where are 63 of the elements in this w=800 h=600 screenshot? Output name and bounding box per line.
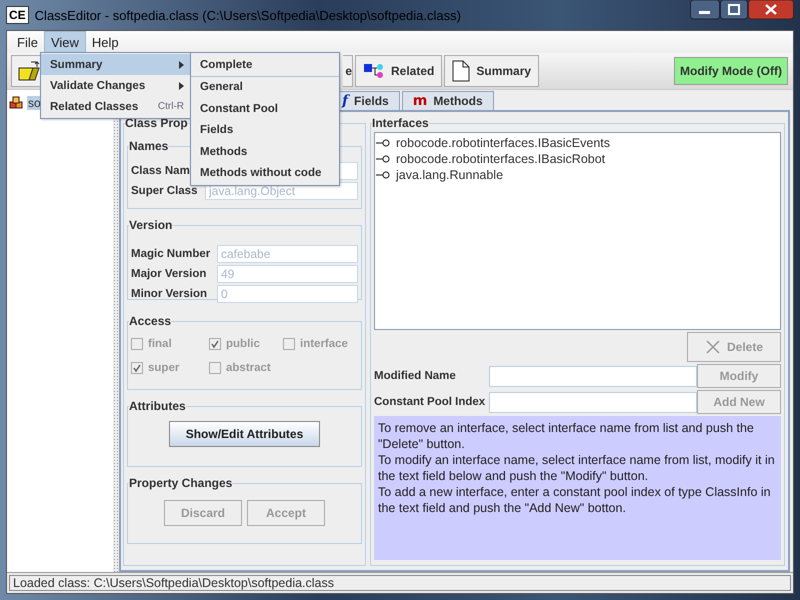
maximize-button[interactable] — [720, 0, 748, 20]
group-title: Access — [129, 314, 172, 328]
menu-item[interactable]: View — [44, 31, 86, 53]
status-text: Loaded class: C:\Users\Softpedia\Desktop\softpedia.class — [9, 575, 791, 591]
interface-icon — [376, 171, 390, 179]
list-item[interactable]: java.lang.Runnable — [396, 168, 504, 182]
input-field[interactable] — [489, 392, 697, 412]
menu-item[interactable]: Fields — [191, 120, 339, 141]
interface-icon — [376, 139, 390, 147]
help-text: To remove an interface, select interface name from list and push the "Delete" button. — [378, 420, 755, 452]
group-title: Attributes — [129, 399, 186, 413]
checkbox-label: super — [148, 362, 180, 374]
submenu-arrow-icon — [179, 82, 184, 90]
menu-item[interactable]: Complete — [191, 54, 339, 76]
field-label: Major Version — [131, 268, 208, 280]
folder-icon — [17, 60, 41, 82]
checkbox-label: public — [226, 338, 260, 350]
checkbox[interactable] — [283, 338, 295, 350]
field-label: Minor Version — [131, 288, 208, 300]
hierarchy-icon — [363, 63, 385, 79]
checkbox[interactable] — [209, 338, 221, 350]
field-label: Constant Pool Index — [374, 396, 486, 408]
help-text: To add a new interface, enter a constant pool index of type ClassInfo in the text field and push the "Add New" botton. — [378, 484, 772, 516]
menu-item[interactable]: Methods without code — [191, 162, 339, 184]
field-label: Magic Number — [131, 248, 212, 260]
menu-item[interactable]: Help — [86, 31, 125, 53]
checkbox-label: interface — [300, 338, 348, 350]
submenu-arrow-icon — [179, 60, 184, 68]
close-button[interactable] — [748, 0, 794, 20]
minimize-button[interactable] — [690, 0, 720, 20]
show-attributes-button[interactable]: Show/Edit Attributes — [168, 421, 320, 447]
summary-button[interactable]: Summary — [444, 55, 540, 87]
list-item[interactable]: robocode.robotinterfaces.IBasicRobot — [396, 152, 606, 166]
group-title: Version — [129, 218, 172, 232]
cubes-icon — [9, 96, 25, 110]
help-text: To modify an interface name, select interface name from list, modify it in the text field below and push the "Modify" button. — [378, 452, 776, 484]
interface-icon — [376, 155, 390, 163]
menu-item[interactable]: Related Classes Ctrl-R — [41, 96, 190, 117]
list-item[interactable]: robocode.robotinterfaces.IBasicEvents — [396, 136, 610, 150]
checkbox-label: final — [148, 338, 172, 350]
checkbox[interactable] — [131, 338, 143, 350]
page-icon — [452, 60, 470, 82]
menu-item[interactable]: File — [11, 31, 44, 53]
checkbox[interactable] — [209, 362, 221, 374]
group-title: Interfaces — [372, 116, 429, 130]
menu-item[interactable]: Summary — [41, 54, 190, 75]
field-label: Modified Name — [374, 370, 457, 382]
field-label: Super Class — [131, 185, 198, 197]
menu-item[interactable]: Validate Changes — [41, 75, 190, 96]
input-field[interactable] — [489, 366, 697, 386]
group-title: Property Changes — [129, 476, 232, 490]
app-icon: CE — [6, 6, 29, 24]
window-title: ClassEditor - softpedia.class (C:\Users\Softpedia\Desktop\softpedia.class) — [34, 8, 462, 22]
close-x-icon — [704, 339, 721, 355]
toolbar-button[interactable]: e — [343, 55, 353, 87]
menu-item[interactable]: Methods — [191, 141, 339, 162]
checkbox[interactable] — [131, 362, 143, 374]
checkbox-label: abstract — [226, 362, 271, 374]
tab[interactable]: m Methods — [402, 91, 494, 110]
group-title: Class Prop — [125, 116, 188, 130]
group-title: Names — [129, 139, 168, 153]
related-button[interactable]: Related — [355, 55, 442, 87]
modify-mode-button[interactable]: Modify Mode (Off) — [674, 57, 788, 85]
